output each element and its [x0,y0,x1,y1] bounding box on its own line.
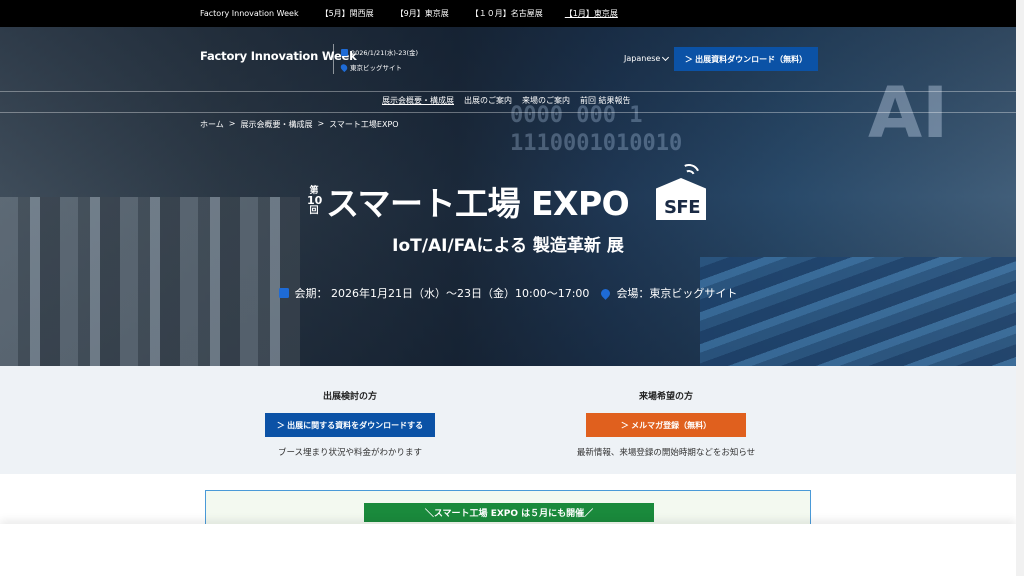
nav-item-overview[interactable]: 展示会概要・構成展 [382,95,454,106]
main-nav: 展示会概要・構成展 出展のご案内 来場のご案内 前回 結果報告 [382,95,631,106]
bottom-fade [0,524,1016,576]
exhibitor-download-button[interactable]: ＞ 出展に関する資料をダウンロードする [265,413,435,437]
language-selector[interactable]: Japanese [624,53,670,63]
download-materials-button[interactable]: ＞ 出展資料ダウンロード（無料） [674,47,818,71]
topbar-link-fiw[interactable]: Factory Innovation Week [200,9,299,18]
cta-exhibitor-note: ブース埋まり状況や料金がわかります [277,448,423,458]
breadcrumb-overview[interactable]: 展示会概要・構成展 [240,119,312,130]
cta-section: 出展検討の方 ＞ 出展に関する資料をダウンロードする ブース埋まり状況や料金がわ… [0,366,1016,474]
nav-divider-bottom [0,112,1016,113]
topbar-link-nagoya[interactable]: 【１０月】名古屋展 [471,8,543,19]
cta-visitor: 来場希望の方 ＞ メルマガ登録（無料） 最新情報、来場登録の開始時期などをお知ら… [516,366,816,458]
sfe-logo-icon: SFE [654,160,710,220]
hero-bg-solar [700,257,1016,366]
breadcrumb-separator: > [228,119,236,128]
nav-divider-top [0,91,1016,92]
nav-item-visit[interactable]: 来場のご案内 [522,95,570,106]
breadcrumb-separator: > [317,119,325,128]
chevron-down-icon [662,53,670,61]
topbar-link-tokyo-sep[interactable]: 【9月】東京展 [396,8,449,19]
event-venue: 会場：東京ビッグサイト [616,287,738,300]
top-bar: Factory Innovation Week 【5月】関西展 【9月】東京展 … [0,0,1016,27]
notice-label: ＼スマート工場 EXPO は５月にも開催／ [364,503,654,522]
calendar-icon [341,48,348,56]
nav-item-report[interactable]: 前回 結果報告 [580,95,631,106]
topbar-link-kansai[interactable]: 【5月】関西展 [321,8,374,19]
edition-badge: 第 10 回 [307,186,323,216]
header-divider [333,44,334,74]
event-info: 会期： 2026年1月21日（水）〜23日（金）10:00〜17:00 会場：東… [0,285,1016,301]
scrollbar[interactable] [1016,0,1024,576]
hero-bg-binary: 0000 000 1 1110001010010 [510,103,683,156]
header-venue: 東京ビッグサイト [339,62,402,72]
hero-bg-factory [0,197,300,366]
page: Factory Innovation Week 【5月】関西展 【9月】東京展 … [0,0,1016,576]
calendar-icon [278,288,289,298]
location-pin-icon [339,62,349,72]
hero-section: 0000 000 1 1110001010010 AI Factory Inno… [0,27,1016,366]
expo-title-block: 第 10 回 スマート工場 EXPO [307,177,630,225]
newsletter-signup-button[interactable]: ＞ メルマガ登録（無料） [586,413,746,437]
site-header: Factory Innovation Week 2026/1/21(水)-23(… [0,27,1016,87]
cta-exhibitor-title: 出展検討の方 [322,392,377,402]
breadcrumb: ホーム > 展示会概要・構成展 > スマート工場EXPO [200,119,399,130]
expo-subtitle: IoT/AI/FAによる 製造革新 展 [392,236,624,256]
expo-title: スマート工場 EXPO [326,184,630,223]
cta-visitor-note: 最新情報、来場登録の開始時期などをお知らせ [576,448,756,458]
cta-visitor-title: 来場希望の方 [638,392,693,402]
nav-item-exhibit[interactable]: 出展のご案内 [464,95,512,106]
event-period: 会期： 2026年1月21日（水）〜23日（金）10:00〜17:00 [294,287,590,300]
breadcrumb-home[interactable]: ホーム [200,119,224,130]
header-date: 2026/1/21(水)-23(金) [341,47,418,57]
location-pin-icon [599,286,613,300]
breadcrumb-current: スマート工場EXPO [329,120,399,129]
cta-exhibitor: 出展検討の方 ＞ 出展に関する資料をダウンロードする ブース埋まり状況や料金がわ… [200,366,500,458]
topbar-link-tokyo-jan[interactable]: 【1月】東京展 [565,8,618,19]
